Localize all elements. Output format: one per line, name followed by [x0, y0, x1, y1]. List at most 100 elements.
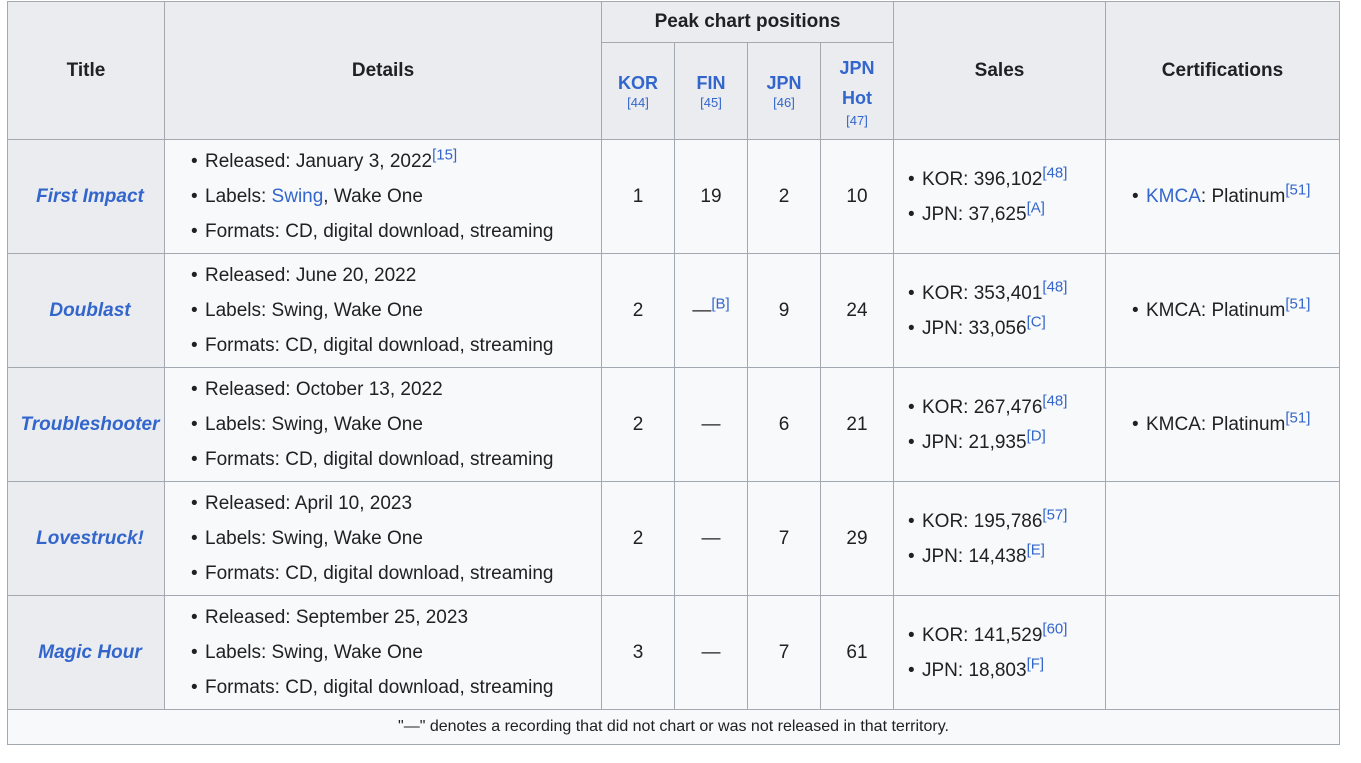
sales-cell: KOR: 396,102[48] JPN: 37,625[A]: [893, 139, 1106, 254]
sales-cell: KOR: 141,529[60] JPN: 18,803[F]: [893, 595, 1106, 710]
album-title-cell: First Impact: [7, 139, 165, 254]
labels: Labels: Swing, Wake One: [187, 179, 601, 214]
peak-jpn-hot: 24: [820, 253, 894, 368]
table-row: Troubleshooter Released: October 13, 202…: [7, 367, 1340, 482]
header-peak-chart-positions: Peak chart positions: [601, 1, 894, 43]
sales-cell: KOR: 195,786[57] JPN: 14,438[E]: [893, 481, 1106, 596]
peak-jpn-hot: 29: [820, 481, 894, 596]
album-details-list: Released: January 3, 2022[15] Labels: Sw…: [187, 144, 601, 249]
album-title-link[interactable]: First Impact: [36, 186, 144, 207]
sales-jpn-ref[interactable]: [A]: [1027, 199, 1045, 216]
album-details-cell: Released: January 3, 2022[15] Labels: Sw…: [164, 139, 602, 254]
peak-fin: —: [674, 481, 748, 596]
certification-list: KMCA: Platinum[51]: [1128, 179, 1339, 214]
sales-kor-ref[interactable]: [60]: [1042, 620, 1067, 637]
chart-link-fin[interactable]: FIN: [697, 73, 726, 93]
certification-cell: KMCA: Platinum[51]: [1105, 139, 1340, 254]
peak-kor: 2: [601, 367, 675, 482]
sales-jpn-ref[interactable]: [E]: [1027, 541, 1045, 558]
chart-header-kor: KOR [44]: [601, 42, 675, 140]
table-row: Doublast Released: June 20, 2022 Labels:…: [7, 253, 1340, 368]
album-title-link[interactable]: Troubleshooter: [21, 414, 160, 435]
label-link[interactable]: Swing: [272, 186, 324, 207]
chart-link-jpn[interactable]: JPN: [766, 73, 801, 93]
certification-ref[interactable]: [51]: [1285, 410, 1310, 427]
sales-kor: KOR: 396,102[48]: [904, 162, 1105, 197]
album-details-cell: Released: June 20, 2022 Labels: Swing, W…: [164, 253, 602, 368]
peak-jpn-hot: 10: [820, 139, 894, 254]
peak-fin: —: [674, 595, 748, 710]
chart-ref-kor[interactable]: [44]: [602, 95, 674, 111]
sales-cell: KOR: 353,401[48] JPN: 33,056[C]: [893, 253, 1106, 368]
chart-link-jpn-hot[interactable]: JPN Hot: [837, 53, 877, 113]
album-title-cell: Doublast: [7, 253, 165, 368]
table-footnote: "—" denotes a recording that did not cha…: [7, 709, 1340, 745]
release-date: Released: April 10, 2023: [187, 486, 601, 521]
sales-kor: KOR: 195,786[57]: [904, 504, 1105, 539]
fin-ref[interactable]: [B]: [711, 295, 729, 312]
chart-header-fin: FIN [45]: [674, 42, 748, 140]
discography-table: Title Details Peak chart positions Sales…: [7, 1, 1340, 745]
release-date: Released: January 3, 2022[15]: [187, 144, 601, 179]
album-title-link[interactable]: Magic Hour: [38, 642, 141, 663]
release-date: Released: June 20, 2022: [187, 258, 601, 293]
album-title-cell: Magic Hour: [7, 595, 165, 710]
certification-list: KMCA: Platinum[51]: [1128, 293, 1339, 328]
certification-list: KMCA: Platinum[51]: [1128, 407, 1339, 442]
certification-ref[interactable]: [51]: [1285, 182, 1310, 199]
certification-item: KMCA: Platinum[51]: [1128, 407, 1339, 442]
sales-cell: KOR: 267,476[48] JPN: 21,935[D]: [893, 367, 1106, 482]
peak-jpn-hot: 21: [820, 367, 894, 482]
sales-kor: KOR: 353,401[48]: [904, 276, 1105, 311]
certification-cell: KMCA: Platinum[51]: [1105, 253, 1340, 368]
formats: Formats: CD, digital download, streaming: [187, 328, 601, 363]
labels: Labels: Swing, Wake One: [187, 293, 601, 328]
peak-jpn: 6: [747, 367, 821, 482]
sales-jpn: JPN: 14,438[E]: [904, 539, 1105, 574]
release-date: Released: September 25, 2023: [187, 600, 601, 635]
peak-kor: 2: [601, 481, 675, 596]
sales-list: KOR: 141,529[60] JPN: 18,803[F]: [904, 618, 1105, 688]
chart-header-jpn: JPN [46]: [747, 42, 821, 140]
album-title-cell: Troubleshooter: [7, 367, 165, 482]
peak-fin: 19: [674, 139, 748, 254]
header-details: Details: [164, 1, 602, 140]
certification-ref[interactable]: [51]: [1285, 296, 1310, 313]
release-ref[interactable]: [15]: [432, 147, 457, 164]
peak-fin: —: [674, 367, 748, 482]
album-title-link[interactable]: Doublast: [49, 300, 130, 321]
album-title-cell: Lovestruck!: [7, 481, 165, 596]
sales-kor-ref[interactable]: [57]: [1042, 506, 1067, 523]
peak-jpn: 7: [747, 595, 821, 710]
labels: Labels: Swing, Wake One: [187, 635, 601, 670]
header-title: Title: [7, 1, 165, 140]
sales-jpn-ref[interactable]: [D]: [1027, 427, 1046, 444]
certification-cell: [1105, 595, 1340, 710]
sales-kor-ref[interactable]: [48]: [1042, 278, 1067, 295]
sales-kor-ref[interactable]: [48]: [1042, 392, 1067, 409]
sales-jpn: JPN: 37,625[A]: [904, 197, 1105, 232]
release-date: Released: October 13, 2022: [187, 372, 601, 407]
labels: Labels: Swing, Wake One: [187, 407, 601, 442]
album-details-list: Released: September 25, 2023 Labels: Swi…: [187, 600, 601, 705]
certification-link[interactable]: KMCA: [1146, 186, 1201, 207]
peak-jpn: 7: [747, 481, 821, 596]
chart-link-kor[interactable]: KOR: [618, 73, 658, 93]
album-title-link[interactable]: Lovestruck!: [36, 528, 144, 549]
chart-ref-jpn-hot[interactable]: [47]: [821, 113, 893, 129]
certification-item: KMCA: Platinum[51]: [1128, 293, 1339, 328]
sales-list: KOR: 353,401[48] JPN: 33,056[C]: [904, 276, 1105, 346]
chart-ref-jpn[interactable]: [46]: [748, 95, 820, 111]
sales-kor: KOR: 267,476[48]: [904, 390, 1105, 425]
sales-jpn-ref[interactable]: [F]: [1027, 655, 1045, 672]
peak-kor: 1: [601, 139, 675, 254]
chart-ref-fin[interactable]: [45]: [675, 95, 747, 111]
sales-kor-ref[interactable]: [48]: [1042, 164, 1067, 181]
peak-jpn: 2: [747, 139, 821, 254]
certification-cell: KMCA: Platinum[51]: [1105, 367, 1340, 482]
sales-jpn-ref[interactable]: [C]: [1027, 313, 1046, 330]
album-details-cell: Released: September 25, 2023 Labels: Swi…: [164, 595, 602, 710]
certification-item: KMCA: Platinum[51]: [1128, 179, 1339, 214]
labels: Labels: Swing, Wake One: [187, 521, 601, 556]
album-details-list: Released: April 10, 2023 Labels: Swing, …: [187, 486, 601, 591]
